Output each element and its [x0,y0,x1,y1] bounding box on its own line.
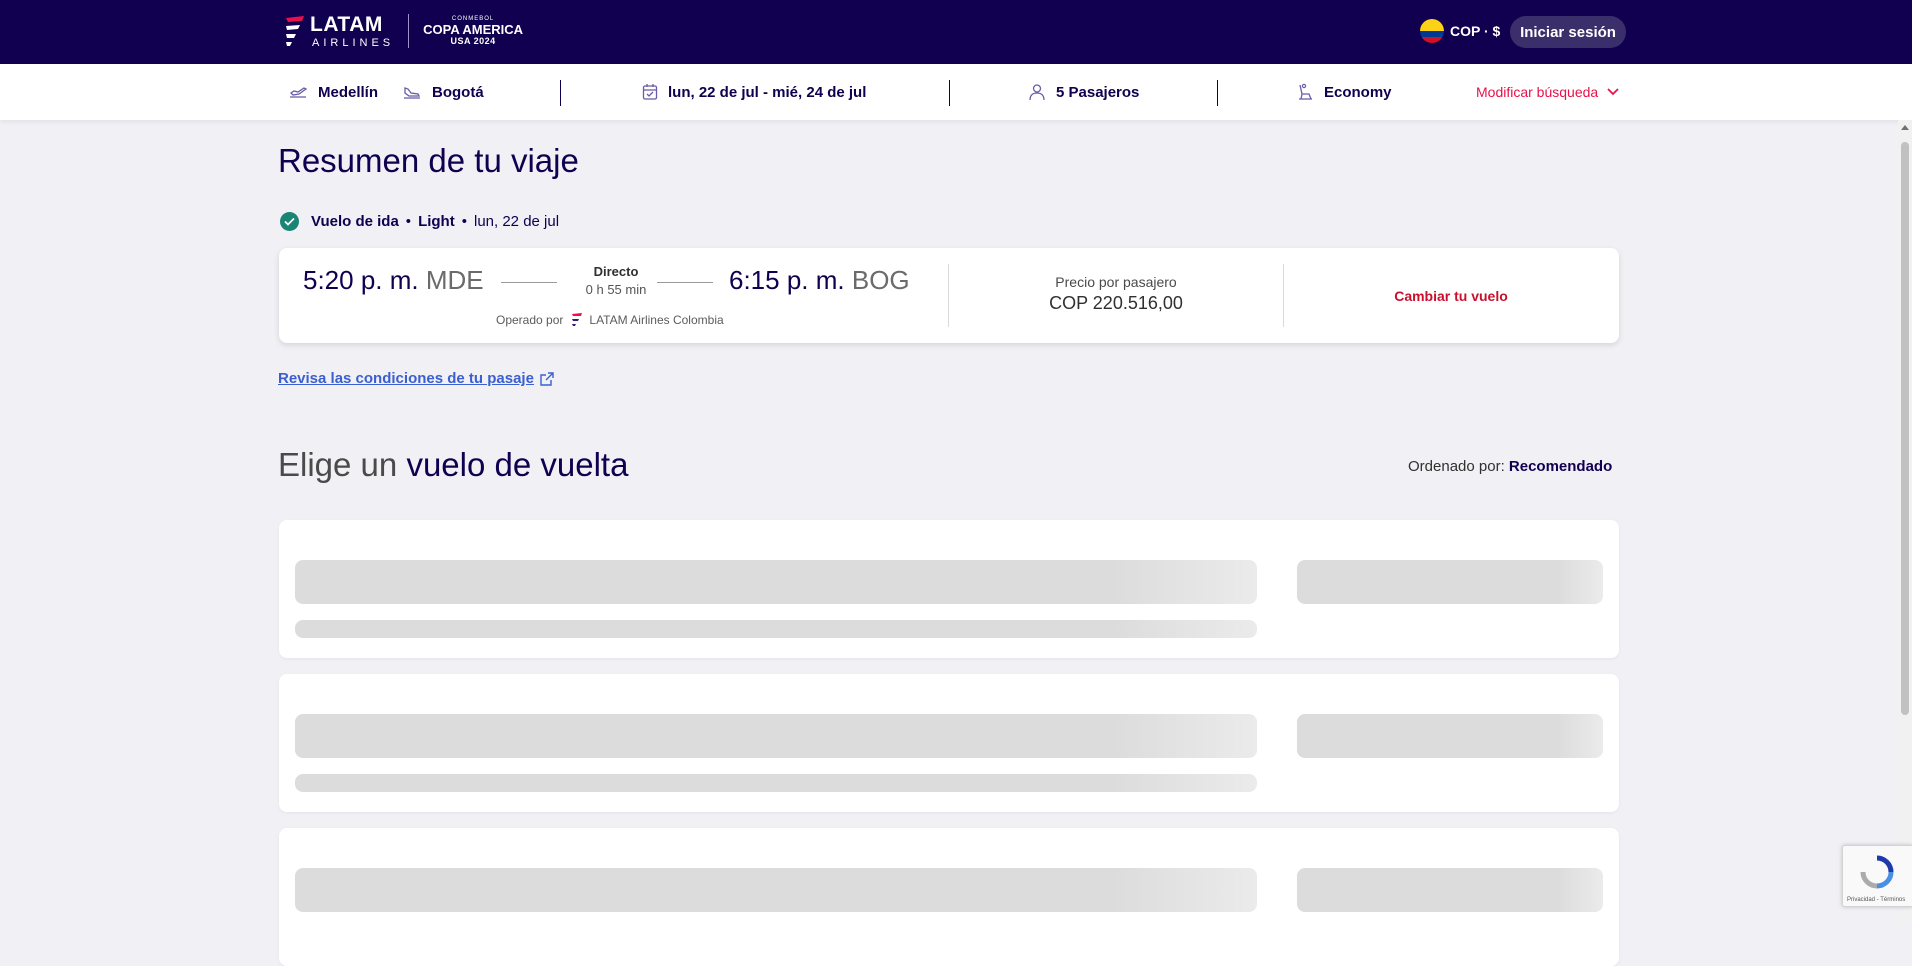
departure-time: 5:20 p. m. [303,265,419,295]
sort-selector[interactable]: Ordenado por: Recomendado [1408,458,1612,475]
scroll-up-arrow-icon[interactable] [1901,125,1909,130]
logo-sub: AIRLINES [312,36,395,49]
external-link-icon [540,371,554,386]
skeleton-block [295,560,1257,604]
scrollbar-thumb[interactable] [1901,142,1909,715]
conditions-link[interactable]: Revisa las condiciones de tu pasaje [278,370,554,387]
calendar-icon [642,84,658,100]
duration-label: 0 h 55 min [585,282,647,297]
latam-logo[interactable]: LATAM AIRLINES CONMEBOL COPA AMERICA USA… [284,12,523,50]
top-header: LATAM AIRLINES CONMEBOL COPA AMERICA USA… [0,0,1912,64]
departure: 5:20 p. m. MDE [303,265,484,296]
origin-field[interactable]: Medellín [288,64,378,120]
destination-field[interactable]: Bogotá [402,64,484,120]
modify-search-button[interactable]: Modificar búsqueda [1476,64,1620,120]
arrival-airport: BOG [851,265,910,295]
conditions-link-label: Revisa las condiciones de tu pasaje [278,370,534,387]
skeleton-block [295,714,1257,758]
landing-icon [404,87,421,99]
divider [1217,80,1218,106]
modify-search-label: Modificar búsqueda [1476,84,1599,100]
loading-flight-card [279,828,1619,966]
page-scrollbar[interactable] [1898,120,1912,921]
operated-by-label: Operado por [496,313,564,327]
arrival: 6:15 p. m. BOG [729,265,910,296]
person-icon [1029,84,1045,101]
flight-duration: Directo 0 h 55 min [571,264,661,297]
recaptcha-icon [1860,855,1894,889]
skeleton-block [1297,560,1603,604]
copa-america-logo: CONMEBOL COPA AMERICA USA 2024 [423,16,523,46]
return-title-light: Elige un [278,446,398,483]
latam-logo-icon [286,16,304,46]
change-flight-button[interactable]: Cambiar tu vuelo [1283,248,1619,343]
route-line [657,282,713,283]
dates-field[interactable]: lun, 22 de jul - mié, 24 de jul [642,64,866,120]
skeleton-block [1297,868,1603,912]
stops-label: Directo [593,264,639,279]
skeleton-block [295,868,1257,912]
leg-date: lun, 22 de jul [473,213,560,230]
return-title-bold: vuelo de vuelta [406,446,629,483]
operator-name: LATAM Airlines Colombia [589,313,724,327]
price-block: Precio por pasajero COP 220.516,00 [949,274,1283,314]
recaptcha-badge[interactable]: Privacidad - Términos [1842,845,1912,907]
origin-label: Medellín [318,83,379,101]
check-icon [280,212,299,231]
price-label: Precio por pasajero [1055,274,1177,290]
colombia-flag-icon [1420,19,1444,43]
destination-label: Bogotá [432,83,484,101]
price-value: COP 220.516,00 [1049,293,1183,313]
search-summary-bar: Medellín Bogotá lun, 22 de jul - mié, 24… [0,64,1912,120]
copa-year: USA 2024 [450,36,496,46]
chevron-down-icon [1607,88,1619,96]
skeleton-block [295,774,1257,792]
takeoff-icon [289,87,308,98]
cabin-label: Economy [1324,83,1392,101]
sort-value: Recomendado [1508,458,1613,475]
skeleton-block [1297,714,1603,758]
page-title: Resumen de tu viaje [278,142,579,179]
return-section-title: Elige un vuelo de vuelta [278,446,628,484]
logo-brand: LATAM [310,12,383,36]
latam-mini-logo-icon [572,313,583,326]
departure-airport: MDE [425,265,484,295]
copa-main: COPA AMERICA [423,22,524,37]
skeleton-block [295,620,1257,638]
seat-icon [1299,83,1312,100]
outbound-leg-info: Vuelo de ida • Light • lun, 22 de jul [280,212,559,231]
login-button[interactable]: Iniciar sesión [1510,16,1626,48]
leg-label: Vuelo de ida [311,213,399,230]
route-line [501,282,557,283]
passengers-label: 5 Pasajeros [1056,83,1140,101]
divider [560,80,561,106]
loading-flight-card [279,674,1619,812]
operated-by: Operado por LATAM Airlines Colombia [496,312,724,328]
passengers-field[interactable]: 5 Pasajeros [1028,64,1139,120]
dates-label: lun, 22 de jul - mié, 24 de jul [668,83,867,101]
loading-flight-card [279,520,1619,658]
sort-label: Ordenado por: [1408,458,1505,475]
fare-label: Light [418,213,455,230]
currency-label: COP · $ [1450,23,1501,39]
recaptcha-text[interactable]: Privacidad - Términos [1847,897,1905,903]
selected-flight-card: 5:20 p. m. MDE Directo 0 h 55 min 6:15 p… [279,248,1619,343]
logo-divider [408,14,410,48]
currency-selector[interactable]: COP · $ [1420,19,1500,43]
arrival-time: 6:15 p. m. [729,265,845,295]
divider [949,80,950,106]
cabin-field[interactable]: Economy [1296,64,1392,120]
